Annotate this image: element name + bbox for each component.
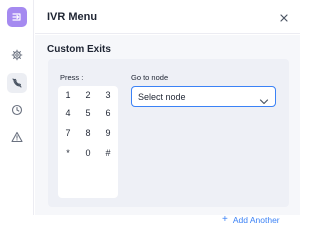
settings-icon — [11, 49, 23, 61]
close-button[interactable] — [278, 11, 290, 23]
node-select[interactable]: Select node — [131, 86, 276, 107]
keypad-key[interactable]: 4 — [58, 104, 78, 122]
rail-button-settings[interactable] — [7, 45, 27, 65]
panel-content: Custom Exits Press : 1 2 3 4 5 6 7 8 9 *… — [35, 35, 300, 225]
node-select-value: Select node — [138, 92, 186, 102]
close-icon — [278, 11, 290, 28]
keypad-key[interactable]: 7 — [58, 124, 78, 142]
side-rail — [0, 0, 34, 215]
rail-button-schedule[interactable] — [7, 100, 27, 120]
ivr-menu-panel: IVR Menu Custom Exits Press : 1 2 3 4 5 … — [0, 0, 300, 225]
add-another-label: Add Another — [232, 215, 280, 225]
add-another-button[interactable]: + Add Another — [222, 214, 280, 226]
keypad-key[interactable]: 2 — [78, 86, 98, 104]
keypad-key[interactable]: 8 — [78, 124, 98, 142]
clock-icon — [11, 104, 23, 116]
page-title: IVR Menu — [47, 11, 98, 23]
keypad-key[interactable]: 1 — [58, 86, 78, 104]
keypad-key[interactable]: 0 — [78, 144, 98, 162]
keypad-key[interactable]: # — [98, 144, 118, 162]
custom-exit-card: Press : 1 2 3 4 5 6 7 8 9 * 0 # Go to no… — [48, 59, 289, 207]
rail-button-alerts[interactable] — [7, 127, 27, 147]
keypad: 1 2 3 4 5 6 7 8 9 * 0 # — [58, 86, 118, 198]
call-off-icon — [11, 77, 23, 89]
press-label: Press : — [60, 73, 84, 82]
flow-icon — [11, 11, 23, 23]
goto-node-label: Go to node — [131, 73, 169, 82]
rail-button-call[interactable] — [7, 73, 27, 93]
keypad-key[interactable]: 6 — [98, 104, 118, 122]
keypad-key[interactable]: 3 — [98, 86, 118, 104]
chevron-down-icon — [259, 93, 269, 111]
keypad-key[interactable]: 9 — [98, 124, 118, 142]
keypad-key[interactable]: * — [58, 144, 78, 162]
keypad-key[interactable]: 5 — [78, 104, 98, 122]
rail-button-flow[interactable] — [7, 7, 27, 27]
warning-icon — [11, 131, 23, 143]
plus-icon: + — [222, 214, 228, 225]
section-title: Custom Exits — [47, 44, 111, 55]
panel-header: IVR Menu — [35, 0, 300, 34]
